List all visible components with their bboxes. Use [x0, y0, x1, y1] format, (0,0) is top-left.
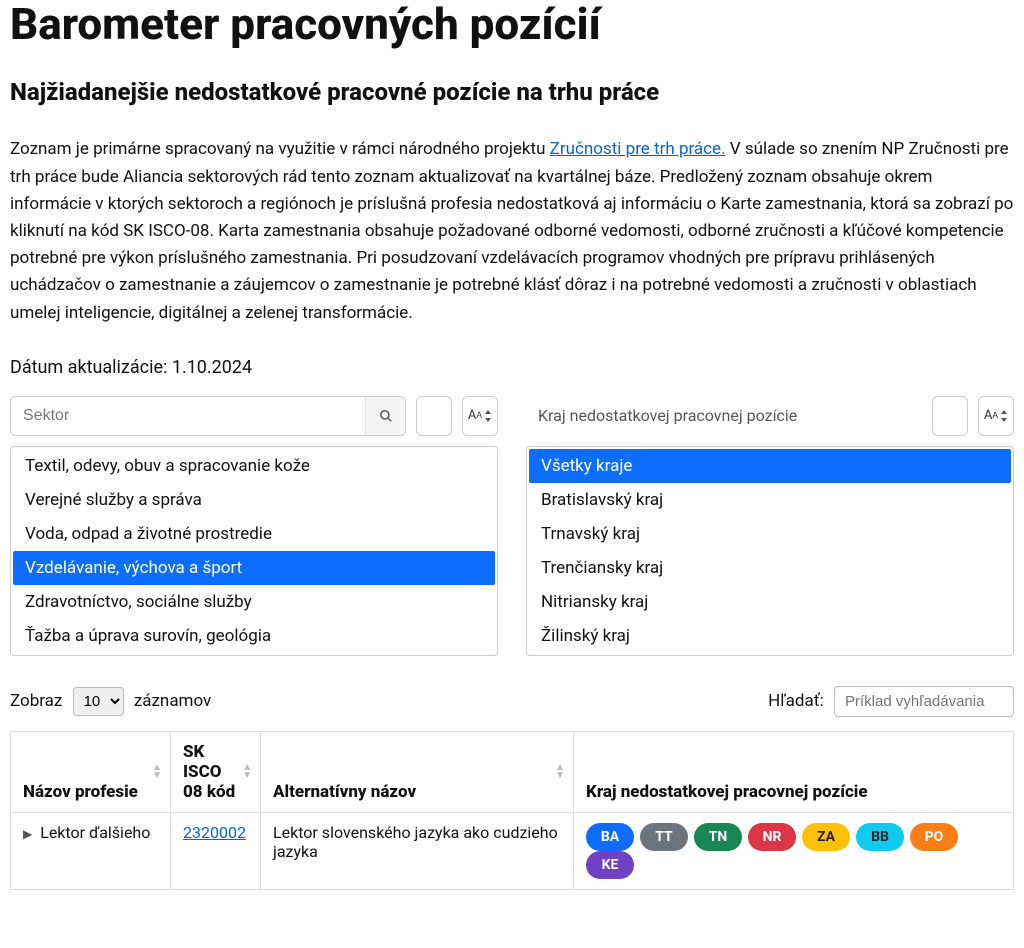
listbox-item[interactable]: Trnavský kraj [529, 517, 1011, 551]
listbox-item[interactable]: Nitriansky kraj [529, 585, 1011, 619]
intro-link[interactable]: Zručnosti pre trh práce. [550, 139, 726, 159]
th-alt[interactable]: Alternatívny názov ▲▼ [261, 731, 574, 812]
page-length-control: Zobraz 10 záznamov [10, 687, 211, 716]
region-extra-button[interactable] [932, 396, 968, 436]
cell-alt: Lektor slovenského jazyka ako cudzieho j… [261, 812, 574, 889]
results-table: Názov profesie ▲▼ SK ISCO 08 kód ▲▼ Alte… [10, 731, 1014, 890]
page-subtitle: Najžiadanejšie nedostatkové pracovné poz… [10, 78, 1014, 106]
sector-extra-button[interactable] [416, 396, 452, 436]
region-badge-ke: KE [586, 851, 634, 879]
listbox-item[interactable]: Všetky kraje [529, 449, 1011, 483]
intro-text-pre: Zoznam je primárne spracovaný na využiti… [10, 139, 550, 159]
region-badge-bb: BB [856, 823, 904, 851]
listbox-item[interactable]: Bratislavský kraj [529, 483, 1011, 517]
region-badge-tn: TN [694, 823, 742, 851]
intro-text-post: V súlade so znením NP Zručnosti pre trh … [10, 139, 1013, 322]
region-badge-ba: BA [586, 823, 634, 851]
sort-icon: ▲▼ [242, 764, 252, 780]
search-icon[interactable] [365, 397, 405, 435]
region-filter: Kraj nedostatkovej pracovnej pozície AA … [526, 396, 1014, 656]
table-search-input[interactable] [834, 686, 1014, 717]
listbox-item[interactable]: Textil, odevy, obuv a spracovanie kože [13, 449, 495, 483]
table-row: ▶ Lektor ďalšieho 2320002 Lektor slovenské… [11, 812, 1014, 889]
sort-icon: ▲▼ [152, 764, 162, 780]
cell-code: 2320002 [171, 812, 261, 889]
sector-listbox[interactable]: Textil, odevy, obuv a spracovanie kožeVe… [10, 446, 498, 656]
listbox-item[interactable]: Trenčiansky kraj [529, 551, 1011, 585]
font-size-icon[interactable]: AA [462, 396, 498, 436]
region-listbox[interactable]: Všetky krajeBratislavský krajTrnavský kr… [526, 446, 1014, 656]
cell-name[interactable]: ▶ Lektor ďalšieho [11, 812, 171, 889]
th-code[interactable]: SK ISCO 08 kód ▲▼ [171, 731, 261, 812]
table-search-control: Hľadať: [768, 686, 1014, 717]
intro-paragraph: Zoznam je primárne spracovaný na využiti… [10, 136, 1014, 326]
region-badge-tt: TT [640, 823, 688, 851]
sector-search-input[interactable] [11, 397, 365, 435]
listbox-item[interactable]: Vzdelávanie, výchova a šport [13, 551, 495, 585]
listbox-item[interactable]: Zdravotníctvo, sociálne služby [13, 585, 495, 619]
sk-isco-link[interactable]: 2320002 [183, 823, 246, 842]
page-length-select[interactable]: 10 [73, 687, 124, 716]
sector-search-group [10, 396, 406, 436]
sector-filter: AA Textil, odevy, obuv a spracovanie kož… [10, 396, 498, 656]
th-region: Kraj nedostatkovej pracovnej pozície [574, 731, 1014, 812]
region-badge-nr: NR [748, 823, 796, 851]
sort-icon: ▲▼ [555, 764, 565, 780]
font-size-icon[interactable]: AA [978, 396, 1014, 436]
cell-region: BATTTNNRZABBPO KE [574, 812, 1014, 889]
chevron-right-icon[interactable]: ▶ [23, 827, 32, 841]
region-filter-label: Kraj nedostatkovej pracovnej pozície [526, 396, 922, 436]
listbox-item[interactable]: Verejné služby a správa [13, 483, 495, 517]
th-name[interactable]: Názov profesie ▲▼ [11, 731, 171, 812]
listbox-item[interactable]: Ťažba a úprava surovín, geológia [13, 619, 495, 653]
update-date: Dátum aktualizácie: 1.10.2024 [10, 357, 1014, 378]
listbox-item[interactable]: Voda, odpad a životné prostredie [13, 517, 495, 551]
region-badge-po: PO [910, 823, 958, 851]
page-title: Barometer pracovných pozícií [10, 0, 1014, 48]
region-badge-za: ZA [802, 823, 850, 851]
listbox-item[interactable]: Žilinský kraj [529, 619, 1011, 653]
